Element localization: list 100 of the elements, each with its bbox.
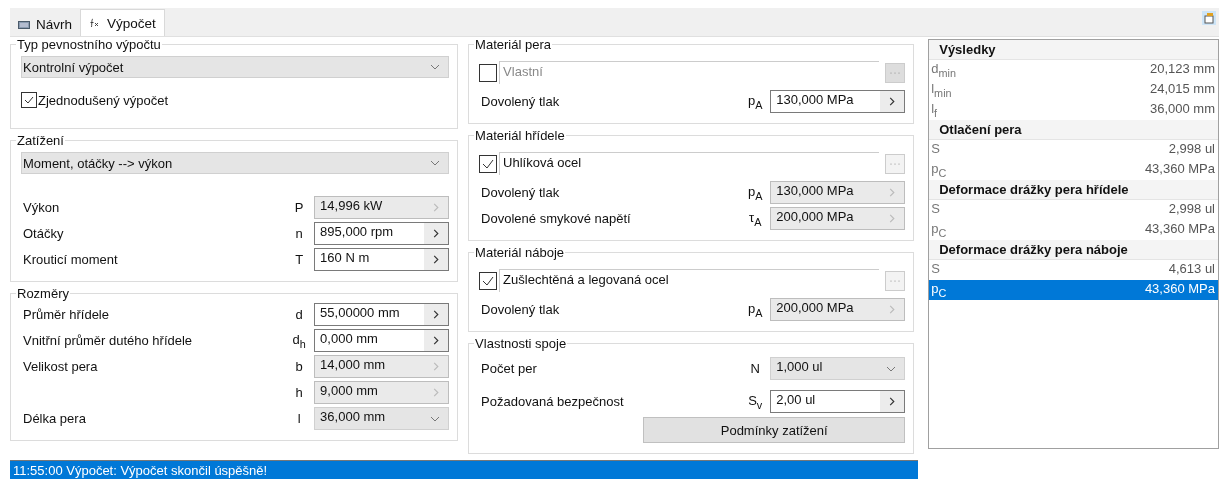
checkbox[interactable]: [21, 92, 37, 108]
symbol: P: [293, 200, 305, 215]
group-title: Typ pevnostního výpočtu: [16, 37, 162, 52]
symbol: τ$_{A}$: [748, 209, 763, 228]
chevron-down-icon: [430, 415, 441, 422]
result-value: 24,015 mm: [1149, 81, 1215, 98]
section-header: Otlačení pera: [929, 120, 1218, 140]
chevron-right-icon: [889, 397, 896, 406]
group-title: Materiál náboje: [474, 245, 565, 260]
chevron-right-icon: [433, 336, 440, 345]
function-icon: [89, 18, 101, 28]
result-row[interactable]: l$_{min}$ 24,015 mm: [929, 80, 1218, 100]
checkbox[interactable]: [479, 63, 498, 82]
result-row[interactable]: p$_{C}$ 43,360 MPa: [929, 280, 1218, 300]
field-label: Dovolené smykové napětí: [480, 211, 632, 226]
input-field[interactable]: 130,000 MPa: [770, 90, 906, 113]
symbol: p$_{A}$: [747, 183, 764, 202]
tab[interactable]: Návrh: [10, 13, 80, 36]
result-value: 2,998 ul: [1168, 141, 1215, 158]
chevron-down-icon: [430, 160, 441, 166]
input-field[interactable]: 55,00000 mm: [314, 303, 450, 326]
chevron-right-icon: [433, 388, 440, 397]
arrow-button[interactable]: [424, 304, 449, 325]
field-label: Dovolený tlak: [480, 302, 561, 317]
chevron-right-icon: [433, 203, 440, 212]
field-label: Výkon: [22, 200, 61, 215]
result-row[interactable]: p$_{C}$ 43,360 MPa: [929, 160, 1218, 180]
chevron-right-icon: [433, 229, 440, 238]
material-name[interactable]: Zušlechtěná a legovaná ocel: [499, 269, 880, 292]
arrow-button[interactable]: [424, 330, 449, 351]
field-label: Dovolený tlak: [480, 94, 561, 109]
checkbox[interactable]: [479, 154, 498, 173]
symbol: p$_{C}$: [931, 221, 947, 240]
checkbox[interactable]: [479, 271, 498, 290]
field-label: Velikost pera: [22, 359, 99, 374]
section-header: Deformace drážky pera náboje: [929, 240, 1218, 260]
input-field[interactable]: 160 N m: [314, 248, 450, 271]
dropdown[interactable]: Kontrolní výpočet: [21, 56, 450, 78]
result-row[interactable]: d$_{min}$ 20,123 mm: [929, 60, 1218, 80]
chevron-down-icon: [430, 64, 441, 70]
result-value: 20,123 mm: [1149, 61, 1215, 78]
symbol: d$_{h}$: [291, 331, 307, 350]
symbol: p$_{A}$: [747, 300, 764, 319]
symbol: l$_{min}$: [931, 81, 952, 100]
chevron-right-icon: [889, 188, 896, 197]
symbol: S: [931, 141, 940, 158]
tab[interactable]: Výpočet: [80, 9, 165, 36]
chevron-right-icon: [889, 97, 896, 106]
input-field[interactable]: 895,000 rpm: [314, 222, 450, 245]
field-label: Počet per: [480, 361, 538, 376]
pin-window-icon[interactable]: [1202, 11, 1216, 25]
symbol: T: [294, 252, 305, 267]
result-row[interactable]: S 2,998 ul: [929, 200, 1218, 220]
arrow-button[interactable]: [424, 223, 449, 244]
result-value: 36,000 mm: [1149, 101, 1215, 118]
arrow-button[interactable]: [424, 249, 449, 270]
result-value: 2,998 ul: [1168, 201, 1215, 218]
result-row[interactable]: l$_{f}$ 36,000 mm: [929, 100, 1218, 120]
symbol: l: [296, 411, 302, 426]
symbol: N: [749, 361, 761, 376]
field-label: Délka pera: [22, 411, 87, 426]
arrow-button[interactable]: [880, 91, 905, 112]
symbol: p$_{C}$: [931, 161, 947, 180]
chevron-right-icon: [433, 255, 440, 264]
symbol: S: [931, 261, 940, 278]
group-title: Materiál pera: [474, 37, 552, 52]
arrow-button[interactable]: [880, 391, 905, 412]
result-row[interactable]: p$_{C}$ 43,360 MPa: [929, 220, 1218, 240]
chevron-down-icon: [886, 365, 897, 372]
result-value: 43,360 MPa: [1144, 221, 1215, 238]
result-row[interactable]: S 4,613 ul: [929, 260, 1218, 280]
field-label: Vnitřní průměr dutého hřídele: [22, 333, 194, 348]
field-label: Požadovaná bezpečnost: [480, 394, 625, 409]
symbol: S: [931, 201, 940, 218]
input-field[interactable]: 2,00 ul: [770, 390, 906, 413]
result-value: 43,360 MPa: [1144, 161, 1215, 178]
load-conditions-button[interactable]: Podmínky zatížení: [643, 417, 906, 443]
symbol: p$_{A}$: [747, 92, 764, 111]
keyboard-icon: [18, 19, 30, 30]
field-label: Průměr hřídele: [22, 307, 110, 322]
symbol: l$_{f}$: [931, 101, 938, 120]
result-value: 43,360 MPa: [1144, 281, 1215, 298]
group-title: Materiál hřídele: [474, 128, 566, 143]
material-name[interactable]: Uhlíková ocel: [499, 152, 880, 175]
input-field[interactable]: 0,000 mm: [314, 329, 450, 352]
group-title: Vlastnosti spoje: [474, 336, 568, 351]
result-value: 4,613 ul: [1168, 261, 1215, 278]
symbol: S$_{v}$: [747, 392, 764, 411]
dropdown[interactable]: Moment, otáčky --> výkon: [21, 152, 450, 174]
field-label: Otáčky: [22, 226, 65, 241]
symbol: d: [294, 307, 304, 322]
group-title: Rozměry: [16, 286, 70, 301]
symbol: p$_{C}$: [931, 281, 947, 300]
section-header: Deformace drážky pera hřídele: [929, 180, 1218, 200]
chevron-right-icon: [889, 305, 896, 314]
chevron-right-icon: [433, 362, 440, 371]
result-row[interactable]: S 2,998 ul: [929, 140, 1218, 160]
material-name[interactable]: Vlastní: [499, 61, 880, 84]
section-header: Výsledky: [929, 40, 1218, 60]
chevron-right-icon: [433, 310, 440, 319]
